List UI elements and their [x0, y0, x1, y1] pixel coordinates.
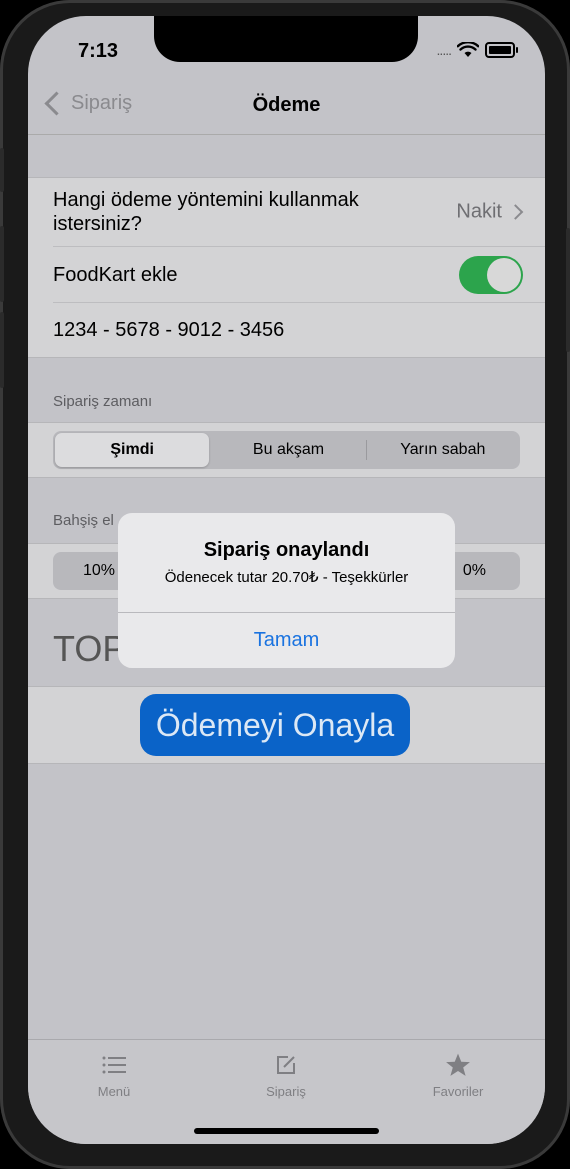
segment-yarin-sabah[interactable]: Yarın sabah	[365, 431, 520, 469]
compose-icon	[277, 1056, 295, 1074]
payment-method-label: Hangi ödeme yöntemini kullanmak istersin…	[53, 189, 359, 235]
foodkart-toggle[interactable]	[459, 255, 523, 294]
list-icon	[102, 1056, 126, 1074]
order-time-header: Sipariş zamanı	[53, 393, 153, 410]
tab-bar: Menü Sipariş Favoriler	[28, 1039, 545, 1144]
segment-simdi[interactable]: Şimdi	[55, 433, 210, 467]
card-number-row[interactable]: 1234 - 5678 - 9012 - 3456	[53, 303, 545, 357]
signal-dots: .....	[436, 42, 452, 58]
star-icon	[446, 1053, 470, 1076]
payment-method-row[interactable]: Hangi ödeme yöntemini kullanmak istersin…	[53, 178, 545, 247]
wifi-icon	[457, 42, 479, 57]
page-title: Ödeme	[252, 94, 321, 116]
payment-section: Hangi ödeme yöntemini kullanmak istersin…	[28, 177, 545, 358]
tab-menu-label: Menü	[97, 1084, 131, 1099]
side-button-volume-up	[0, 226, 4, 302]
order-time-section: Şimdi Bu akşam Yarın sabah	[28, 422, 545, 478]
alert-title: Sipariş onaylandı	[203, 539, 370, 561]
confirm-section: Ödemeyi Onayla	[28, 686, 545, 764]
toggle-knob	[487, 257, 521, 292]
order-time-segmented-control: Şimdi Bu akşam Yarın sabah	[53, 431, 520, 469]
chevron-right-icon	[507, 204, 524, 220]
tab-menu[interactable]: Menü	[54, 1050, 174, 1099]
status-icons: .....	[436, 42, 518, 58]
card-number-field[interactable]: 1234 - 5678 - 9012 - 3456	[53, 318, 284, 342]
device-frame: 7:13 ..... Sipariş Ödeme Hangi ödeme yön…	[0, 0, 570, 1169]
alert-message: Ödenecek tutar 20.70₺ - Teşekkürler	[164, 569, 409, 586]
tab-siparis-label: Sipariş	[266, 1084, 306, 1099]
status-time: 7:13	[78, 40, 119, 62]
segment-bu-aksam[interactable]: Bu akşam	[211, 431, 365, 469]
alert-ok-button[interactable]: Tamam	[118, 613, 455, 668]
navigation-bar: Sipariş Ödeme	[28, 76, 545, 135]
payment-method-detail: Nakit	[456, 200, 524, 224]
screen: 7:13 ..... Sipariş Ödeme Hangi ödeme yön…	[28, 16, 545, 1144]
side-button-power	[566, 228, 570, 352]
confirmation-alert: Sipariş onaylandı Ödenecek tutar 20.70₺ …	[118, 513, 455, 668]
total-title: TOP	[53, 628, 127, 669]
confirm-payment-button[interactable]: Ödemeyi Onayla	[140, 694, 410, 756]
side-button-mute	[0, 148, 4, 192]
side-button-volume-down	[0, 312, 4, 388]
foodkart-label: FoodKart ekle	[53, 263, 178, 286]
notch	[154, 16, 418, 62]
tab-favoriler[interactable]: Favoriler	[398, 1050, 518, 1099]
battery-icon	[485, 42, 518, 58]
tab-favoriler-label: Favoriler	[432, 1084, 484, 1099]
tab-siparis[interactable]: Sipariş	[226, 1050, 346, 1099]
payment-method-value: Nakit	[456, 200, 502, 223]
foodkart-row: FoodKart ekle	[53, 247, 545, 303]
tip-header: Bahşiş el	[53, 512, 114, 529]
home-indicator	[194, 1128, 379, 1134]
